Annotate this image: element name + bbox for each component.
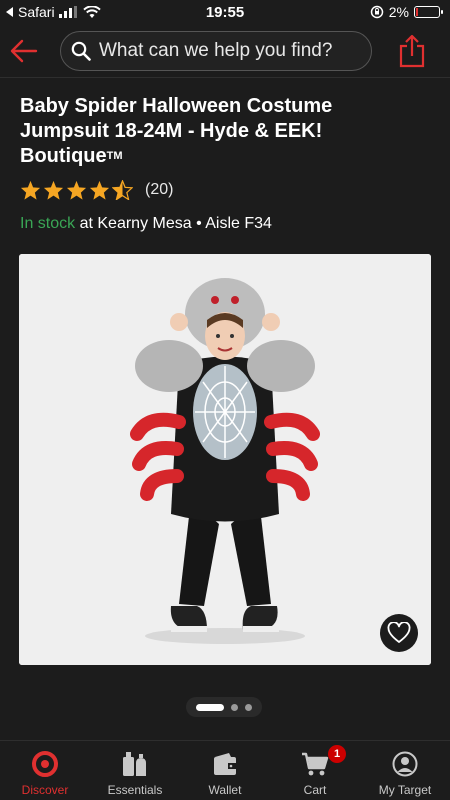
carousel-dot bbox=[231, 703, 238, 711]
rating-count: (20) bbox=[145, 181, 174, 198]
arrow-left-icon bbox=[10, 39, 38, 63]
star-icon bbox=[43, 180, 64, 200]
tab-cart[interactable]: 1 Cart bbox=[270, 741, 360, 800]
heart-icon bbox=[387, 622, 411, 643]
back-button[interactable] bbox=[8, 36, 40, 66]
trademark-symbol: TM bbox=[106, 150, 123, 162]
star-icon bbox=[89, 180, 110, 200]
share-button[interactable] bbox=[396, 34, 428, 68]
star-icon bbox=[66, 180, 87, 200]
carousel-indicator[interactable] bbox=[186, 697, 262, 717]
cart-count-badge: 1 bbox=[328, 745, 346, 763]
product-title-text: Baby Spider Halloween Costume Jumpsuit 1… bbox=[20, 95, 333, 167]
battery-icon bbox=[414, 6, 443, 18]
stock-location: at Kearny Mesa • Aisle F34 bbox=[75, 215, 272, 232]
product-image[interactable] bbox=[19, 254, 431, 665]
search-input[interactable] bbox=[99, 40, 359, 62]
tab-label: Wallet bbox=[208, 783, 242, 797]
tab-label: My Target bbox=[378, 783, 432, 797]
tab-wallet[interactable]: Wallet bbox=[180, 741, 270, 800]
essentials-icon bbox=[123, 752, 146, 776]
status-bar: Safari 19:55 2% bbox=[0, 0, 450, 24]
battery-percent: 2% bbox=[388, 4, 409, 20]
rating[interactable]: (20) bbox=[20, 180, 173, 200]
account-icon bbox=[392, 751, 418, 777]
target-logo-icon bbox=[32, 751, 58, 777]
search-bar[interactable] bbox=[60, 31, 372, 71]
product-title: Baby Spider Halloween Costume Jumpsuit 1… bbox=[20, 94, 420, 169]
tab-discover[interactable]: Discover bbox=[0, 741, 90, 800]
tab-my-target[interactable]: My Target bbox=[360, 741, 450, 800]
star-icon bbox=[20, 180, 41, 200]
tab-bar: Discover Essentials Wallet 1 Cart My Tar… bbox=[0, 740, 450, 800]
tab-essentials[interactable]: Essentials bbox=[90, 741, 180, 800]
stock-info[interactable]: In stock at Kearny Mesa • Aisle F34 bbox=[20, 215, 272, 233]
favorite-button[interactable] bbox=[380, 614, 418, 652]
share-icon bbox=[399, 34, 425, 68]
tab-label: Essentials bbox=[107, 783, 163, 797]
wallet-icon bbox=[214, 753, 236, 775]
tab-label: Cart bbox=[303, 783, 327, 797]
carousel-dot bbox=[245, 703, 252, 711]
top-bar bbox=[0, 28, 450, 74]
header-divider bbox=[0, 77, 450, 78]
stock-status: In stock bbox=[20, 215, 76, 232]
star-rating bbox=[20, 180, 133, 200]
spider-costume-photo bbox=[19, 254, 431, 665]
cart-icon bbox=[302, 752, 329, 776]
tab-label: Discover bbox=[21, 783, 69, 797]
half-star-icon bbox=[112, 180, 133, 200]
orientation-lock-icon bbox=[370, 5, 384, 19]
search-icon bbox=[71, 41, 91, 61]
carousel-dot bbox=[196, 703, 224, 711]
